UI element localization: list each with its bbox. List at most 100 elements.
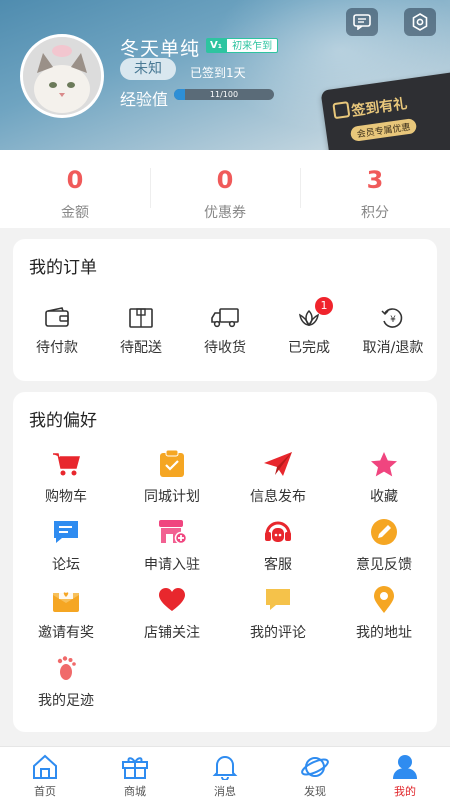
stat-balance[interactable]: 0 金额 xyxy=(0,150,150,228)
bottom-tab-bar: 首页 商城 消息 发现 我的 xyxy=(0,746,450,800)
tab-label: 首页 xyxy=(34,785,56,798)
pref-label: 店铺关注 xyxy=(144,625,200,641)
pref-cart[interactable]: 购物车 xyxy=(13,450,119,506)
location-icon xyxy=(374,586,394,613)
status-chip: 未知 xyxy=(120,58,176,80)
pref-feedback[interactable]: 意见反馈 xyxy=(331,518,437,574)
pref-publish[interactable]: 信息发布 xyxy=(225,450,331,506)
signcard-title: 签到有礼 xyxy=(350,96,409,120)
order-label: 取消/退款 xyxy=(362,340,424,356)
username: 冬天单纯 xyxy=(120,38,201,60)
order-label: 待收货 xyxy=(204,340,246,356)
pref-invite[interactable]: 邀请有奖 xyxy=(13,586,119,642)
order-label: 待配送 xyxy=(120,340,162,356)
level-badge-v: V₁ xyxy=(206,38,227,53)
pref-label: 购物车 xyxy=(45,489,87,505)
order-pending-payment[interactable]: 待付款 xyxy=(15,305,99,357)
orders-card: 我的订单 待付款 待配送 待收货 1 已完成 ¥ 取消/退款 xyxy=(13,239,437,381)
pref-favorites[interactable]: 收藏 xyxy=(331,450,437,506)
pencil-icon xyxy=(371,519,397,545)
exp-progress-bar: 11/100 xyxy=(174,89,274,100)
profile-header: 冬天单纯 V₁ 初来乍到 未知 已签到1天 经验值 11/100 签到有礼 会员… xyxy=(0,0,450,150)
level-title: 初来乍到 xyxy=(226,38,279,53)
pref-label: 我的足迹 xyxy=(38,693,94,709)
shop-icon xyxy=(159,520,187,545)
pref-my-address[interactable]: 我的地址 xyxy=(331,586,437,642)
star-icon xyxy=(371,452,397,477)
order-pending-delivery[interactable]: 待配送 xyxy=(99,305,183,357)
tab-label: 我的 xyxy=(394,785,416,798)
gift-icon xyxy=(122,757,148,779)
refund-icon: ¥ xyxy=(381,308,403,328)
cat-avatar-image xyxy=(23,37,101,115)
order-cancel-refund[interactable]: ¥ 取消/退款 xyxy=(351,305,435,357)
tab-mall[interactable]: 商城 xyxy=(90,747,180,800)
stat-points[interactable]: 3 积分 xyxy=(300,150,450,228)
orders-title: 我的订单 xyxy=(29,258,97,278)
pref-label: 申请入驻 xyxy=(144,557,200,573)
account-stats: 0 金额 0 优惠券 3 积分 xyxy=(0,150,450,228)
pref-my-comments[interactable]: 我的评论 xyxy=(225,586,331,642)
pref-label: 意见反馈 xyxy=(356,557,412,573)
stat-label: 金额 xyxy=(61,205,89,221)
preferences-card: 我的偏好 购物车 同城计划 信息发布 收藏 论坛 申请入驻 客服 意见反馈 邀请… xyxy=(13,392,437,732)
pref-apply-settle[interactable]: 申请入驻 xyxy=(119,518,225,574)
level-badge: V₁ 初来乍到 xyxy=(206,38,279,53)
pref-label: 信息发布 xyxy=(250,489,306,505)
signed-days-text: 已签到1天 xyxy=(190,66,246,80)
order-label: 待付款 xyxy=(36,340,78,356)
settings-button[interactable] xyxy=(404,8,436,36)
tab-messages[interactable]: 消息 xyxy=(180,747,270,800)
package-icon xyxy=(129,308,153,328)
exp-progress-text: 11/100 xyxy=(209,90,239,99)
tab-label: 发现 xyxy=(304,785,326,798)
pref-footprints[interactable]: 我的足迹 xyxy=(13,654,119,710)
notification-badge: 1 xyxy=(315,297,333,315)
tab-home[interactable]: 首页 xyxy=(0,747,90,800)
tab-discover[interactable]: 发现 xyxy=(270,747,360,800)
order-pending-receipt[interactable]: 待收货 xyxy=(183,305,267,357)
order-label: 已完成 xyxy=(288,340,330,356)
stat-value: 3 xyxy=(366,166,384,194)
pref-label: 论坛 xyxy=(52,557,80,573)
stat-coupons[interactable]: 0 优惠券 xyxy=(150,150,300,228)
user-icon xyxy=(393,755,417,779)
comment-icon xyxy=(266,589,290,610)
pref-label: 客服 xyxy=(264,557,292,573)
svg-text:¥: ¥ xyxy=(390,315,396,325)
stat-divider xyxy=(300,168,301,208)
gear-icon xyxy=(412,13,428,31)
heart-icon xyxy=(159,588,185,611)
order-completed[interactable]: 1 已完成 xyxy=(267,297,351,357)
chat-icon xyxy=(54,521,78,543)
pref-forum[interactable]: 论坛 xyxy=(13,518,119,574)
cart-icon xyxy=(53,453,80,476)
stat-value: 0 xyxy=(216,166,234,194)
home-icon xyxy=(33,754,57,779)
pref-customer-service[interactable]: 客服 xyxy=(225,518,331,574)
bell-icon xyxy=(212,756,238,780)
stat-label: 积分 xyxy=(361,205,389,221)
pref-label: 邀请有奖 xyxy=(38,625,94,641)
paper-plane-icon xyxy=(264,452,292,476)
message-button[interactable] xyxy=(346,8,378,36)
pref-label: 我的地址 xyxy=(356,625,412,641)
exp-label: 经验值 xyxy=(120,90,169,109)
truck-icon xyxy=(211,308,239,328)
clipboard-icon xyxy=(160,450,184,477)
gift-box-icon xyxy=(332,101,351,120)
wallet-icon xyxy=(45,307,69,327)
stat-value: 0 xyxy=(66,166,84,194)
pref-shop-follow[interactable]: 店铺关注 xyxy=(119,586,225,642)
tab-mine[interactable]: 我的 xyxy=(360,747,450,800)
pref-label: 我的评论 xyxy=(250,625,306,641)
pref-label: 同城计划 xyxy=(144,489,200,505)
tab-label: 消息 xyxy=(214,785,236,798)
avatar[interactable] xyxy=(20,34,104,118)
footprint-icon xyxy=(57,656,76,680)
headset-icon xyxy=(265,521,291,542)
preferences-title: 我的偏好 xyxy=(29,411,97,431)
stat-label: 优惠券 xyxy=(204,205,246,221)
pref-city-plan[interactable]: 同城计划 xyxy=(119,450,225,506)
planet-icon xyxy=(301,757,329,777)
